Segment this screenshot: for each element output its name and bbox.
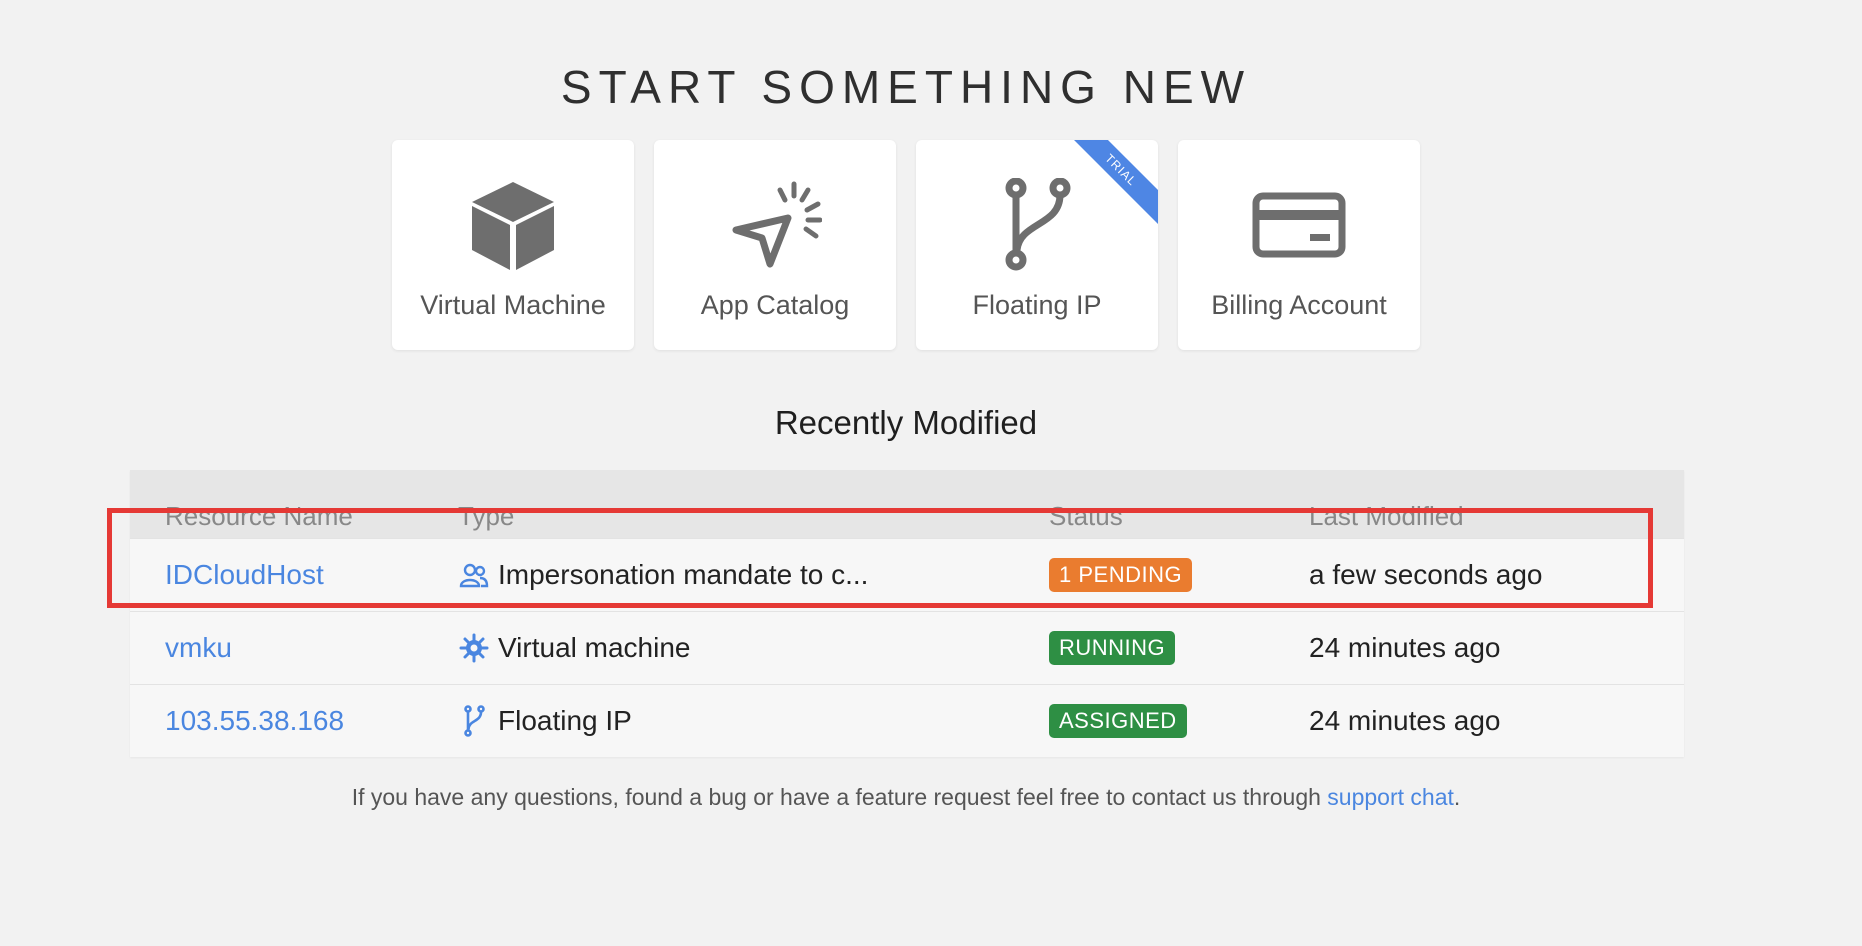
status-badge: RUNNING	[1049, 631, 1176, 665]
recently-modified-title: Recently Modified	[774, 404, 1038, 441]
card-label: Billing Account	[1211, 290, 1387, 320]
fork-icon	[916, 178, 1158, 272]
last-modified: 24 minutes ago	[1309, 705, 1501, 736]
last-modified: 24 minutes ago	[1309, 632, 1501, 663]
footer-text: If you have any questions, found a bug o…	[351, 784, 1328, 810]
resource-type: Virtual machine	[498, 632, 691, 663]
column-header-last-modified[interactable]: Last Modified	[1309, 501, 1684, 538]
footer-note: If you have any questions, found a bug o…	[0, 784, 1812, 811]
app-catalog-card[interactable]: App Catalog	[654, 140, 896, 350]
card-label: Virtual Machine	[420, 290, 606, 320]
cube-icon	[392, 178, 634, 272]
resource-type: Impersonation mandate to c...	[498, 559, 869, 590]
cursor-sparkle-icon	[654, 178, 896, 272]
footer-period: .	[1453, 784, 1461, 810]
card-label: Floating IP	[972, 290, 1102, 320]
billing-account-card[interactable]: Billing Account	[1178, 140, 1420, 350]
virtual-machine-card[interactable]: Virtual Machine	[392, 140, 634, 350]
recently-modified-table: Resource Name Type Status Last Modified …	[130, 470, 1684, 757]
column-header-resource-name[interactable]: Resource Name	[130, 501, 458, 538]
resource-name-link[interactable]: IDCloudHost	[165, 559, 324, 590]
fork-icon	[458, 705, 490, 737]
resource-name-link[interactable]: vmku	[165, 632, 232, 663]
support-chat-link[interactable]: support chat	[1327, 784, 1454, 810]
table-header: Resource Name Type Status Last Modified	[130, 470, 1684, 538]
gear-icon	[458, 632, 490, 664]
create-cards: Virtual Machine App Catalog TRIAL Floati…	[392, 140, 1420, 350]
dashboard-page: START SOMETHING NEW Virtual Machine App …	[0, 0, 1862, 946]
table-row[interactable]: vmku Virtual machine RUNNING 24 minutes …	[130, 611, 1684, 684]
resource-type: Floating IP	[498, 705, 632, 736]
status-badge: 1 PENDING	[1049, 558, 1193, 592]
table-row[interactable]: IDCloudHost Impersonation mandate to c..…	[130, 538, 1684, 611]
start-something-new-title: START SOMETHING NEW	[560, 61, 1252, 113]
resource-name-link[interactable]: 103.55.38.168	[165, 705, 344, 736]
table-row[interactable]: 103.55.38.168 Floating IP ASSIGNED 24 mi…	[130, 684, 1684, 757]
credit-card-icon	[1178, 178, 1420, 272]
users-icon	[458, 559, 490, 591]
status-badge: ASSIGNED	[1049, 704, 1187, 738]
column-header-type[interactable]: Type	[458, 501, 1049, 538]
card-label: App Catalog	[700, 290, 850, 320]
column-header-status[interactable]: Status	[1049, 501, 1309, 538]
floating-ip-card[interactable]: TRIAL Floating IP	[916, 140, 1158, 350]
last-modified: a few seconds ago	[1309, 559, 1543, 590]
